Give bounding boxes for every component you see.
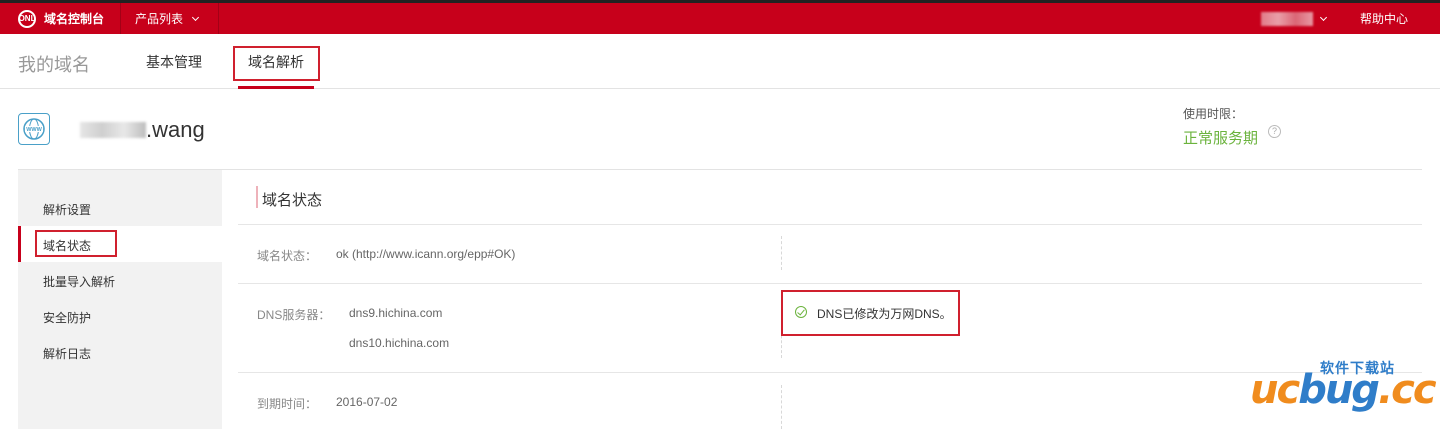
username-redacted[interactable]	[1260, 11, 1313, 26]
expiry-label: 到期时间：	[257, 397, 318, 411]
domain-icon-label: WWW	[26, 127, 42, 133]
sidebar-item-bulk-import[interactable]: 批量导入解析	[43, 273, 115, 290]
sub-navigation: 我的域名 基本管理 域名解析	[0, 34, 1440, 89]
section-title: 域名状态	[262, 192, 323, 209]
brand-title: 域名控制台	[44, 12, 105, 26]
sidebar-highlight-box	[35, 230, 117, 257]
top-right-area: 帮助中心	[1260, 3, 1440, 34]
validity-status: 正常服务期	[1183, 130, 1259, 147]
sidebar-item-logs[interactable]: 解析日志	[43, 345, 91, 362]
validity-label: 使用时限：	[1183, 107, 1244, 121]
page-title: 我的域名	[18, 55, 90, 75]
active-tab-underline	[238, 86, 314, 89]
sidebar-item-security[interactable]: 安全防护	[43, 309, 91, 326]
sidebar: 解析设置 域名状态 批量导入解析 安全防护 解析日志	[18, 170, 222, 429]
tab-basic-management[interactable]: 基本管理	[146, 52, 202, 72]
row-divider	[238, 372, 1422, 373]
column-divider	[781, 236, 782, 270]
watermark-part-b: bug	[1298, 367, 1380, 413]
domain-name-suffix: .wang	[146, 117, 205, 142]
row-divider	[238, 224, 1422, 225]
check-circle-icon	[795, 306, 807, 318]
status-value: ok (http://www.icann.org/epp#OK)	[336, 247, 516, 261]
tab-highlight-box	[233, 46, 320, 81]
chevron-down-icon	[191, 13, 200, 21]
watermark-part-a: uc	[1250, 367, 1300, 413]
brand-logo-icon: ONL	[18, 9, 36, 28]
watermark-logo: 软件下载站 ucbug.cc	[1250, 355, 1437, 415]
sidebar-item-dns-settings[interactable]: 解析设置	[43, 201, 91, 218]
domain-name-redacted	[80, 122, 146, 138]
watermark-main-text: ucbug.cc	[1250, 367, 1437, 413]
header-divider	[18, 169, 1422, 170]
section-title-bar	[256, 186, 258, 208]
products-menu[interactable]: 产品列表	[121, 3, 220, 34]
top-bar: ONL 域名控制台 产品列表 帮助中心	[0, 0, 1440, 34]
dns-server-2: dns10.hichina.com	[349, 336, 450, 350]
expiry-value: 2016-07-02	[336, 395, 398, 409]
status-label: 域名状态：	[257, 249, 318, 263]
column-divider	[781, 385, 782, 429]
chevron-down-icon[interactable]	[1319, 13, 1328, 21]
products-menu-label: 产品列表	[135, 12, 184, 26]
console-home-link[interactable]: ONL 域名控制台	[0, 3, 122, 34]
help-center-link[interactable]: 帮助中心	[1360, 10, 1440, 27]
help-question-icon[interactable]: ?	[1268, 125, 1281, 138]
dns-modified-message: DNS已修改为万网DNS。	[817, 307, 952, 321]
row-divider	[238, 283, 1422, 284]
watermark-part-c: .cc	[1377, 367, 1437, 413]
domain-www-icon: WWW	[18, 113, 50, 145]
dns-server-label: DNS服务器：	[257, 308, 331, 322]
dns-server-1: dns9.hichina.com	[349, 306, 443, 320]
